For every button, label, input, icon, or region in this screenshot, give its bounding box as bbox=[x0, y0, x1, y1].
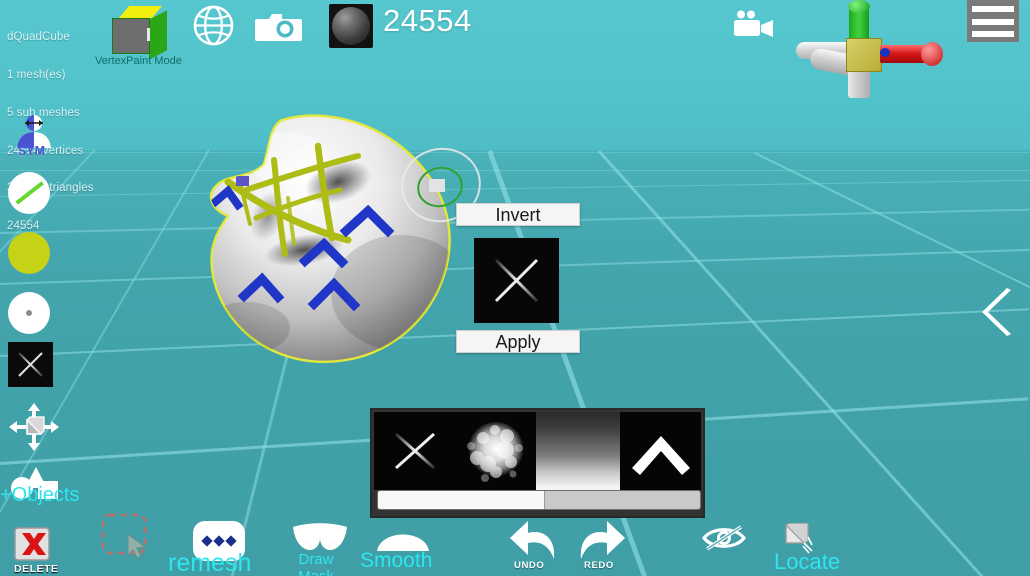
stroke-line-icon bbox=[15, 181, 44, 205]
vertex-count: 24554 bbox=[383, 3, 472, 38]
remesh-label: remesh bbox=[168, 549, 252, 576]
locate-button[interactable]: Locate bbox=[774, 522, 840, 574]
redo-button[interactable]: REDO bbox=[575, 515, 627, 571]
cube-icon[interactable] bbox=[112, 6, 168, 60]
sidebar-item-symmetry-label: SYM bbox=[18, 144, 46, 158]
sidebar-item-color[interactable] bbox=[8, 232, 50, 274]
sidebar-item-move[interactable] bbox=[8, 402, 60, 452]
draw-mask-label: Draw Mask bbox=[298, 551, 334, 576]
texture-row bbox=[374, 412, 702, 490]
video-camera-icon[interactable] bbox=[732, 10, 775, 38]
undo-label: UNDO bbox=[514, 560, 545, 571]
texture-cloud[interactable] bbox=[455, 412, 537, 490]
apply-button[interactable]: Apply bbox=[456, 330, 580, 353]
remesh-button[interactable]: remesh bbox=[168, 519, 251, 576]
smooth-button[interactable]: Smooth bbox=[360, 523, 432, 572]
hamburger-menu-icon[interactable] bbox=[967, 0, 1019, 42]
smooth-label: Smooth bbox=[360, 549, 433, 572]
brush-size-dot-icon bbox=[26, 310, 32, 316]
mask-preview[interactable] bbox=[474, 238, 559, 323]
axis-gizmo[interactable] bbox=[790, 0, 950, 98]
chevron-left-icon[interactable] bbox=[982, 288, 1016, 336]
delete-button[interactable]: DELETE bbox=[10, 525, 58, 575]
sculpt-mesh[interactable] bbox=[186, 98, 476, 368]
locate-label: Locate bbox=[774, 549, 841, 574]
sidebar-item-brush-size[interactable] bbox=[8, 292, 50, 334]
app-root: dQuadCube 1 mesh(es) 5 sub meshes 24554 … bbox=[0, 0, 1030, 576]
undo-button[interactable]: UNDO bbox=[508, 515, 560, 571]
material-sphere-icon[interactable] bbox=[329, 4, 373, 48]
texture-gradient[interactable] bbox=[536, 412, 620, 490]
camera-icon[interactable] bbox=[255, 10, 302, 43]
globe-icon[interactable] bbox=[192, 4, 235, 47]
draw-mask-button[interactable]: Draw Mask bbox=[290, 521, 350, 576]
texture-panel bbox=[370, 408, 705, 518]
texture-x-cross[interactable] bbox=[374, 412, 456, 490]
sidebar-item-mask[interactable] bbox=[8, 342, 53, 387]
hide-button[interactable] bbox=[702, 523, 746, 558]
sidebar-item-stroke[interactable] bbox=[8, 172, 50, 214]
sidebar-item-symmetry[interactable]: SYM bbox=[8, 112, 60, 158]
lasso-select-button[interactable] bbox=[100, 512, 156, 562]
redo-label: REDO bbox=[584, 560, 614, 571]
bottom-toolbar: DELETE remesh Draw Mask bbox=[0, 504, 1030, 576]
invert-button[interactable]: Invert bbox=[456, 203, 580, 226]
texture-chevron-up[interactable] bbox=[620, 412, 702, 490]
mode-label: VertexPaint Mode bbox=[95, 55, 182, 67]
delete-label: DELETE bbox=[14, 563, 59, 575]
